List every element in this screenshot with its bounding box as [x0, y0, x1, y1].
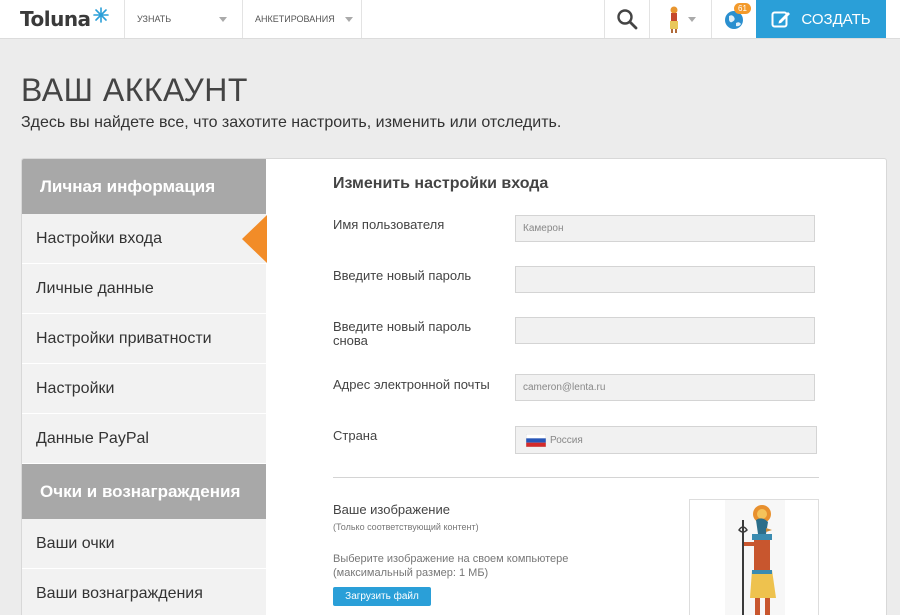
account-sidebar: Личная информация Настройки входа Личные… — [22, 159, 267, 615]
repeat-password-field[interactable] — [515, 317, 815, 344]
country-value: Россия — [550, 434, 583, 446]
account-panel: Личная информация Настройки входа Личные… — [21, 158, 887, 615]
notification-badge: 61 — [734, 3, 751, 14]
avatar — [665, 5, 682, 33]
username-label: Имя пользователя — [333, 217, 445, 232]
pencil-icon — [771, 11, 791, 28]
sidebar-item-paypal[interactable]: Данные PayPal — [22, 414, 266, 464]
profile-image-help: Выберите изображение на своем компьютере… — [333, 553, 569, 579]
sidebar-item-your-rewards[interactable]: Ваши вознаграждения — [22, 569, 266, 615]
sidebar-item-settings[interactable]: Настройки — [22, 364, 266, 414]
sidebar-item-label: Личные данные — [36, 279, 154, 297]
country-select[interactable]: Россия — [515, 426, 817, 454]
profile-image-label: Ваше изображение — [333, 502, 450, 517]
page-title: ВАШ АККАУНТ — [21, 72, 248, 108]
chevron-down-icon — [687, 16, 696, 22]
chevron-down-icon — [219, 16, 228, 22]
username-field[interactable]: Камерон — [515, 215, 815, 242]
sidebar-item-label: Настройки входа — [36, 229, 162, 247]
create-button-label: СОЗДАТЬ — [801, 10, 871, 28]
username-value: Камерон — [523, 223, 564, 234]
sidebar-section-points-rewards[interactable]: Очки и вознаграждения — [22, 464, 266, 519]
logo-text: Toluna — [20, 7, 91, 31]
active-arrow-indicator — [242, 215, 267, 263]
egyptian-deity-image — [725, 500, 785, 615]
nav-surveys-label: АНКЕТИРОВАНИЯ — [255, 14, 335, 24]
upload-file-button[interactable]: Загрузить файл — [333, 587, 431, 606]
upload-file-label: Загрузить файл — [345, 591, 419, 602]
create-button[interactable]: СОЗДАТЬ — [756, 0, 886, 38]
form-title: Изменить настройки входа — [333, 175, 549, 192]
toluna-logo[interactable]: Toluna — [0, 0, 125, 38]
notifications-button[interactable]: 61 — [711, 0, 756, 38]
top-navigation-bar: Toluna УЗНАТЬ АНКЕТИРОВАНИЯ 61 СОЗДАТЬ — [0, 0, 900, 39]
chevron-down-icon — [344, 16, 353, 22]
sidebar-item-label: Ваши вознаграждения — [36, 584, 203, 602]
nav-learn[interactable]: УЗНАТЬ — [125, 0, 243, 38]
new-password-field[interactable] — [515, 266, 815, 293]
nav-learn-label: УЗНАТЬ — [137, 14, 172, 24]
search-button[interactable] — [604, 0, 649, 38]
country-label: Страна — [333, 428, 378, 443]
sidebar-item-privacy-settings[interactable]: Настройки приватности — [22, 314, 266, 364]
new-password-label: Введите новый пароль — [333, 268, 472, 283]
repeat-password-label: Введите новый пароль снова — [333, 319, 472, 348]
sidebar-item-label: Настройки приватности — [36, 329, 212, 347]
profile-image-note: (Только соответствующий контент) — [333, 522, 479, 532]
sidebar-section-personal-info[interactable]: Личная информация — [22, 159, 266, 214]
sidebar-item-login-settings[interactable]: Настройки входа — [22, 214, 267, 264]
profile-menu[interactable] — [649, 0, 711, 38]
nav-surveys[interactable]: АНКЕТИРОВАНИЯ — [243, 0, 362, 38]
russia-flag-icon — [526, 433, 546, 447]
logo-star-icon — [92, 7, 109, 23]
email-field[interactable]: cameron@lenta.ru — [515, 374, 815, 401]
sidebar-item-label: Настройки — [36, 379, 115, 397]
search-icon — [617, 9, 638, 30]
sidebar-item-personal-data[interactable]: Личные данные — [22, 264, 266, 314]
page-subtitle: Здесь вы найдете все, что захотите настр… — [21, 114, 562, 131]
sidebar-item-label: Данные PayPal — [36, 429, 149, 447]
email-value: cameron@lenta.ru — [523, 382, 606, 393]
profile-image-preview — [689, 499, 819, 615]
divider — [333, 477, 819, 478]
sidebar-item-label: Ваши очки — [36, 534, 115, 552]
email-label: Адрес электронной почты — [333, 377, 490, 392]
login-settings-form: Изменить настройки входа Имя пользовател… — [266, 159, 886, 615]
sidebar-item-your-points[interactable]: Ваши очки — [22, 519, 266, 569]
